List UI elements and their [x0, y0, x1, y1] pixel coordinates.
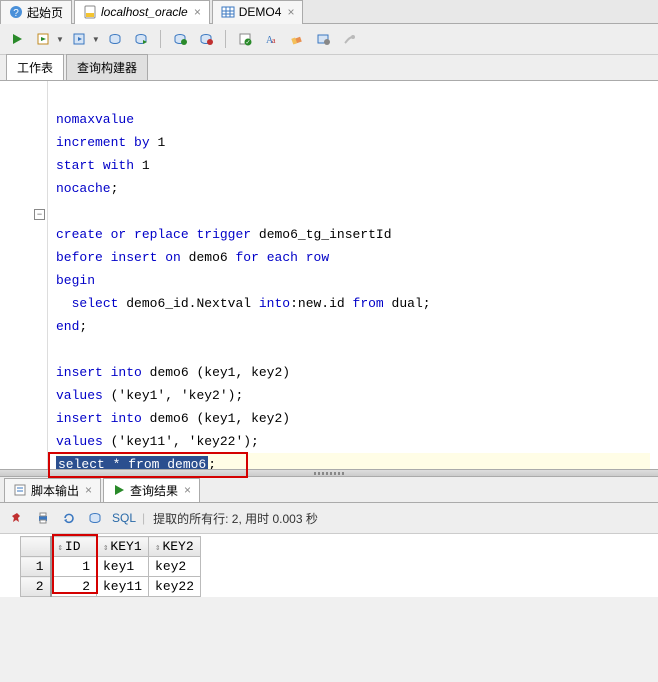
svg-text:✓: ✓: [245, 40, 250, 46]
main-toolbar: ▼ ▼ ✓ Aa: [0, 24, 658, 55]
close-icon[interactable]: ×: [287, 5, 294, 19]
autotrace-button[interactable]: [104, 28, 126, 50]
dbms-output-button[interactable]: [312, 28, 334, 50]
row-number: 1: [21, 557, 51, 577]
tab-label: localhost_oracle: [101, 5, 188, 19]
export-button[interactable]: [84, 507, 106, 529]
chevron-down-icon[interactable]: ▼: [92, 35, 100, 44]
run-icon: [112, 483, 126, 497]
chevron-down-icon[interactable]: ▼: [56, 35, 64, 44]
tab-label: 起始页: [27, 4, 63, 21]
tab-worksheet[interactable]: localhost_oracle ×: [74, 0, 210, 24]
tab-label: 脚本输出: [31, 482, 79, 499]
document-tabs: ? 起始页 localhost_oracle × DEMO4 ×: [0, 0, 658, 24]
tab-start-page[interactable]: ? 起始页: [0, 0, 72, 24]
sort-icon: ⇕: [103, 543, 108, 553]
result-grid[interactable]: ⇕ID ⇕KEY1 ⇕KEY2 1 1 key1 key2 2 2 key11 …: [20, 536, 201, 597]
refresh-button[interactable]: [58, 507, 80, 529]
unshared-button[interactable]: [195, 28, 217, 50]
horizontal-splitter[interactable]: [0, 469, 658, 477]
uppercase-button[interactable]: Aa: [260, 28, 282, 50]
fold-minus-icon[interactable]: −: [34, 209, 45, 220]
table-row[interactable]: 2 2 key11 key22: [21, 577, 201, 597]
result-toolbar: SQL | 提取的所有行: 2, 用时 0.003 秒: [0, 503, 658, 534]
worksheet-subtabs: 工作表 查询构建器: [0, 55, 658, 81]
close-icon[interactable]: ×: [194, 5, 201, 19]
row-header-blank: [21, 537, 51, 557]
tab-label: 查询结果: [130, 482, 178, 499]
svg-text:a: a: [272, 36, 276, 45]
result-tabs: 脚本输出 × 查询结果 ×: [0, 477, 658, 503]
svg-text:?: ?: [13, 8, 19, 19]
row-number: 2: [21, 577, 51, 597]
tab-label: DEMO4: [239, 5, 282, 19]
sql-label[interactable]: SQL: [112, 511, 136, 525]
column-header-key2[interactable]: ⇕KEY2: [149, 537, 201, 557]
clear-button[interactable]: [286, 28, 308, 50]
separator: [160, 30, 161, 48]
result-grid-wrap: ⇕ID ⇕KEY1 ⇕KEY2 1 1 key1 key2 2 2 key11 …: [0, 534, 658, 597]
cell-key1[interactable]: key1: [97, 557, 149, 577]
explain-plan-button[interactable]: [68, 28, 90, 50]
print-button[interactable]: [32, 507, 54, 529]
code-area[interactable]: nomaxvalue increment by 1 start with 1 n…: [48, 81, 658, 469]
commit-button[interactable]: [130, 28, 152, 50]
help-icon: ?: [9, 5, 23, 19]
column-header-key1[interactable]: ⇕KEY1: [97, 537, 149, 557]
cell-key2[interactable]: key22: [149, 577, 201, 597]
subtab-query-builder[interactable]: 查询构建器: [66, 54, 148, 80]
rollback-button[interactable]: [169, 28, 191, 50]
close-icon[interactable]: ×: [184, 483, 191, 497]
tab-query-result[interactable]: 查询结果 ×: [103, 478, 200, 502]
separator: [225, 30, 226, 48]
close-icon[interactable]: ×: [85, 483, 92, 497]
run-button[interactable]: [6, 28, 28, 50]
sql-file-icon: [83, 5, 97, 19]
tab-demo4[interactable]: DEMO4 ×: [212, 0, 304, 24]
editor-gutter: −: [0, 81, 48, 469]
table-icon: [221, 5, 235, 19]
run-script-button[interactable]: [32, 28, 54, 50]
tab-script-output[interactable]: 脚本输出 ×: [4, 478, 101, 502]
sql-editor[interactable]: − nomaxvalue increment by 1 start with 1…: [0, 81, 658, 469]
status-text: 提取的所有行: 2, 用时 0.003 秒: [153, 510, 318, 527]
owa-output-button[interactable]: [338, 28, 360, 50]
cell-key1[interactable]: key11: [97, 577, 149, 597]
column-header-id[interactable]: ⇕ID: [51, 537, 97, 557]
pin-button[interactable]: [6, 507, 28, 529]
cell-key2[interactable]: key2: [149, 557, 201, 577]
cell-id[interactable]: 1: [51, 557, 97, 577]
cell-id[interactable]: 2: [51, 577, 97, 597]
script-output-icon: [13, 483, 27, 497]
sort-icon: ⇕: [58, 543, 63, 553]
grid-header-row: ⇕ID ⇕KEY1 ⇕KEY2: [21, 537, 201, 557]
table-row[interactable]: 1 1 key1 key2: [21, 557, 201, 577]
sort-icon: ⇕: [155, 543, 160, 553]
sql-history-button[interactable]: ✓: [234, 28, 256, 50]
subtab-worksheet[interactable]: 工作表: [6, 54, 64, 80]
